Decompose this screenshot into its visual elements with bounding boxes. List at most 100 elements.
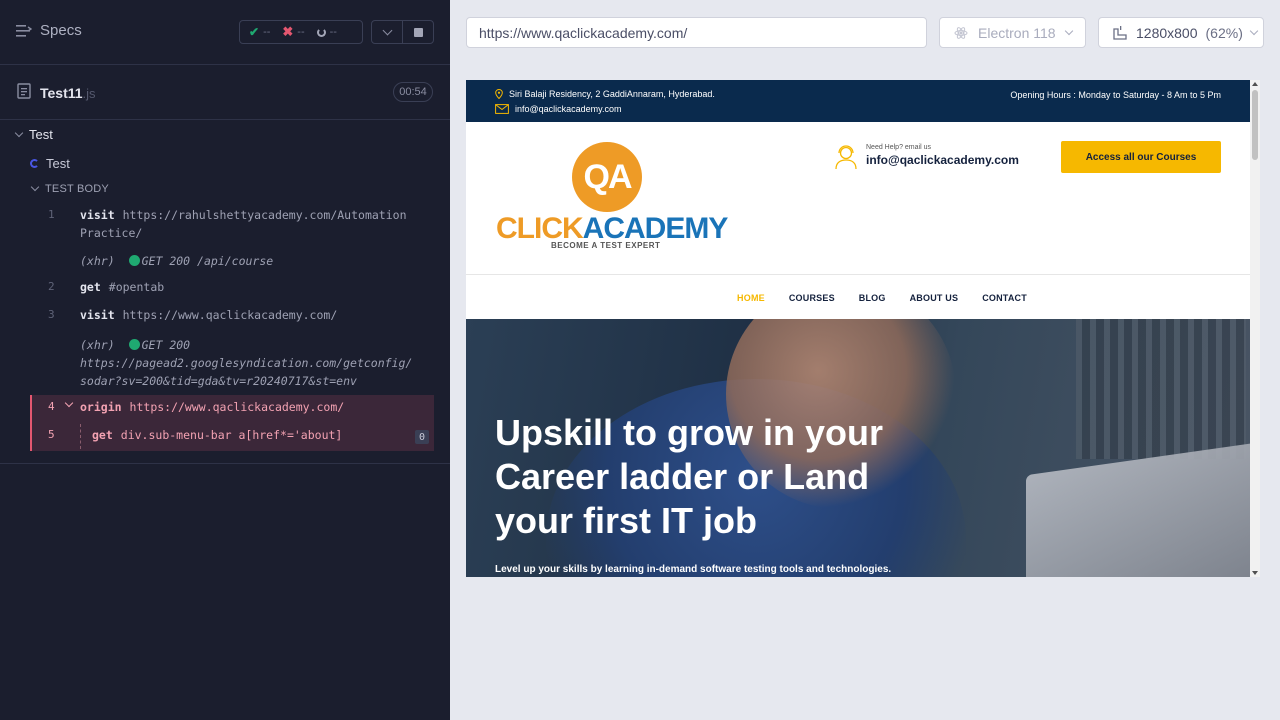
logo-qa-text: QA xyxy=(583,157,633,196)
command-number: 3 xyxy=(48,308,55,321)
nav-home[interactable]: HOME xyxy=(737,293,765,303)
spec-name: Test11 xyxy=(40,85,83,101)
test-row[interactable]: Test xyxy=(30,156,70,171)
pending-icon xyxy=(316,27,326,37)
nested-command-guide xyxy=(80,424,81,449)
xhr-path: https://pagead2.googlesyndication.com/ge… xyxy=(80,356,413,370)
nav-blog[interactable]: BLOG xyxy=(859,293,886,303)
run-controls xyxy=(371,20,434,44)
hero-subtitle: Level up your skills by learning in-dema… xyxy=(495,564,892,575)
logo-tagline: BECOME A TEST EXPERT xyxy=(551,241,661,250)
logo-qa-circle: QA xyxy=(572,142,642,212)
opening-hours: Opening Hours : Monday to Saturday - 8 A… xyxy=(1010,90,1221,100)
command-number: 5 xyxy=(48,428,55,441)
nav-contact[interactable]: CONTACT xyxy=(982,293,1027,303)
command-arg: https://rahulshettyacademy.com/Automatio… xyxy=(122,208,407,222)
hero-background-image xyxy=(1076,319,1246,459)
command-arg: #opentab xyxy=(108,280,165,294)
spec-file-name[interactable]: Test11.js xyxy=(40,85,96,101)
test-stats: ✔ -- ✖ -- -- xyxy=(239,20,363,44)
command-arg-cont: Practice/ xyxy=(80,226,143,240)
command-name: visit xyxy=(80,208,115,222)
command-row-active[interactable]: 5 get div.sub-menu-bar a[href*='about] xyxy=(30,426,434,444)
command-name: get xyxy=(80,280,101,294)
site-header: QA CLICKACADEMY BECOME A TEST EXPERT Nee… xyxy=(466,122,1250,275)
viewport-selector[interactable]: 1280x800 (62%) xyxy=(1098,17,1264,48)
scroll-down-icon[interactable] xyxy=(1252,571,1258,575)
location-pin-icon xyxy=(495,89,503,99)
help-contact: Need Help? email us info@qaclickacademy.… xyxy=(834,144,1019,170)
xhr-path-cont: sodar?sv=200&tid=gda&tv=r20240717&st=env xyxy=(80,374,357,388)
duration-badge: 00:54 xyxy=(393,82,433,102)
command-row[interactable]: 3 visit https://www.qaclickacademy.com/ xyxy=(30,306,434,324)
nav-about-us[interactable]: ABOUT US xyxy=(910,293,959,303)
chevron-down-icon xyxy=(30,182,40,192)
divider xyxy=(0,463,450,464)
check-icon: ✔ xyxy=(249,25,260,39)
chevron-down-icon xyxy=(382,25,392,35)
command-number: 1 xyxy=(48,208,55,221)
address-text: Siri Balaji Residency, 2 GaddiAnnaram, H… xyxy=(509,89,715,99)
ruler-icon xyxy=(1113,25,1127,40)
running-spinner-icon xyxy=(30,159,39,168)
command-name: origin xyxy=(80,400,122,414)
runner-header: Specs ✔ -- ✖ -- -- xyxy=(0,0,450,65)
xhr-row[interactable]: (xhr) GET 200 /api/course xyxy=(30,252,434,270)
chevron-down-icon xyxy=(1249,26,1259,35)
hero-title: Upskill to grow in your Career ladder or… xyxy=(495,412,884,541)
frame-scrollbar[interactable] xyxy=(1250,80,1260,577)
command-number: 2 xyxy=(48,280,55,293)
document-icon xyxy=(17,83,31,99)
section-title: TEST BODY xyxy=(45,183,109,195)
command-name: get xyxy=(92,428,113,442)
passed-count: -- xyxy=(263,26,271,38)
command-row[interactable]: 2 get #opentab xyxy=(30,278,434,296)
expand-button[interactable] xyxy=(372,21,403,43)
x-icon: ✖ xyxy=(282,24,294,39)
browser-name: Electron 118 xyxy=(978,24,1056,41)
suite-title: Test xyxy=(29,127,53,142)
electron-icon xyxy=(954,26,968,39)
command-arg: https://www.qaclickacademy.com/ xyxy=(129,400,345,414)
scroll-up-icon[interactable] xyxy=(1252,82,1258,86)
scroll-thumb[interactable] xyxy=(1252,90,1258,160)
suite-row[interactable]: Test xyxy=(14,127,53,142)
site-logo[interactable]: QA CLICKACADEMY BECOME A TEST EXPERT xyxy=(496,142,728,254)
zoom-level: (62%) xyxy=(1205,24,1243,41)
spec-ext: .js xyxy=(82,86,96,101)
specs-toggle[interactable]: Specs xyxy=(16,22,82,39)
nav-courses[interactable]: COURSES xyxy=(789,293,835,303)
site-top-email[interactable]: info@qaclickacademy.com xyxy=(495,104,622,114)
xhr-type: (xhr) xyxy=(80,254,115,268)
command-arg: div.sub-menu-bar a[href*='about] xyxy=(120,428,343,442)
test-body-header[interactable]: TEST BODY xyxy=(30,182,109,195)
site-top-strip: Siri Balaji Residency, 2 GaddiAnnaram, H… xyxy=(466,80,1250,122)
test-title: Test xyxy=(46,156,70,171)
command-number: 4 xyxy=(48,400,55,413)
spec-file-row: Test11.js 00:54 xyxy=(0,65,450,120)
help-email[interactable]: info@qaclickacademy.com xyxy=(866,153,1019,167)
mail-icon xyxy=(495,104,509,114)
menu-icon xyxy=(16,24,32,37)
status-dot-icon xyxy=(128,339,140,350)
pending-count: -- xyxy=(329,26,337,38)
xhr-method: GET 200 xyxy=(141,338,191,352)
stop-button[interactable] xyxy=(403,21,433,43)
hero-banner: Upskill to grow in your Career ladder or… xyxy=(466,319,1250,577)
command-arg: https://www.qaclickacademy.com/ xyxy=(122,308,338,322)
xhr-path: /api/course xyxy=(197,254,274,268)
xhr-row[interactable]: (xhr) GET 200 https://pagead2.googlesyndic… xyxy=(30,336,434,390)
command-row-origin[interactable]: 4 origin https://www.qaclickacademy.com/ xyxy=(30,398,434,416)
viewport-size: 1280x800 xyxy=(1136,24,1198,41)
access-courses-button[interactable]: Access all our Courses xyxy=(1061,141,1221,173)
command-row[interactable]: 1 visit https://rahulshettyacademy.com/Au… xyxy=(30,206,434,244)
xhr-type: (xhr) xyxy=(80,338,115,352)
help-label: Need Help? email us xyxy=(866,144,931,151)
chevron-down-icon xyxy=(1064,26,1073,35)
cypress-runner-panel: Specs ✔ -- ✖ -- -- Test11.js 00:54 Test Te… xyxy=(0,0,450,720)
failed-count: -- xyxy=(297,26,305,38)
status-dot-icon xyxy=(128,255,140,266)
url-bar[interactable]: https://www.qaclickacademy.com/ xyxy=(466,17,927,48)
support-agent-icon xyxy=(835,145,857,170)
browser-selector[interactable]: Electron 118 xyxy=(939,17,1086,48)
